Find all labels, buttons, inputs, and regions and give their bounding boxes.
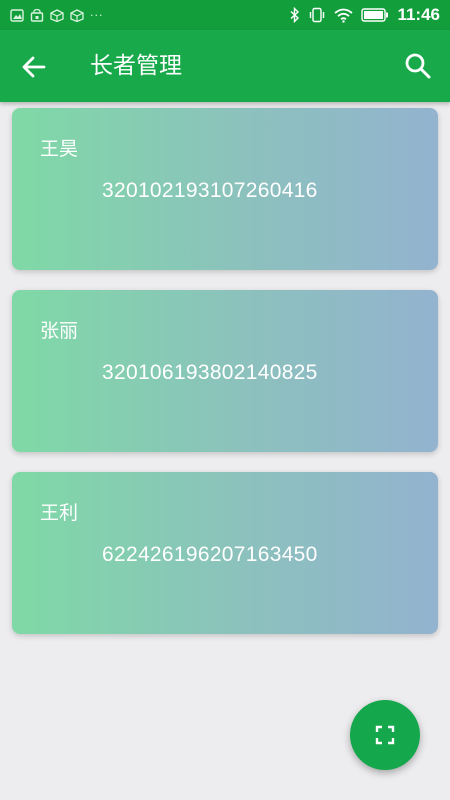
back-button[interactable] xyxy=(18,51,50,83)
elder-id-number: 320102193107260416 xyxy=(102,179,318,202)
status-bar: ··· 11:46 xyxy=(0,0,450,30)
scan-frame-icon xyxy=(375,725,395,745)
bluetooth-icon xyxy=(290,7,300,23)
notification-overflow: ··· xyxy=(90,8,104,22)
elder-list: 王昊 320102193107260416 张丽 320106193802140… xyxy=(12,108,438,654)
app-bar: 长者管理 xyxy=(0,30,450,102)
vibrate-icon xyxy=(310,7,325,23)
wifi-icon xyxy=(334,8,354,23)
elder-card[interactable]: 王昊 320102193107260416 xyxy=(12,108,438,270)
system-icons: 11:46 xyxy=(289,0,440,30)
package-icon xyxy=(50,8,64,22)
elder-name: 张丽 xyxy=(40,320,79,342)
elder-id-number: 622426196207163450 xyxy=(102,543,318,566)
scan-button[interactable] xyxy=(350,700,420,770)
search-icon xyxy=(405,53,431,79)
elder-id-number: 320106193802140825 xyxy=(102,361,318,384)
battery-icon xyxy=(361,8,389,22)
image-icon xyxy=(10,8,24,22)
elder-name: 王利 xyxy=(40,502,79,524)
elder-card[interactable]: 张丽 320106193802140825 xyxy=(12,290,438,452)
elder-name: 王昊 xyxy=(40,138,79,160)
package-icon xyxy=(70,8,84,22)
page-title: 长者管理 xyxy=(90,53,182,79)
search-button[interactable] xyxy=(402,50,434,82)
lock-bag-icon xyxy=(30,8,44,22)
notification-icons: ··· xyxy=(10,0,104,30)
elder-card[interactable]: 王利 622426196207163450 xyxy=(12,472,438,634)
status-time: 11:46 xyxy=(397,5,440,24)
arrow-left-icon xyxy=(22,56,46,78)
